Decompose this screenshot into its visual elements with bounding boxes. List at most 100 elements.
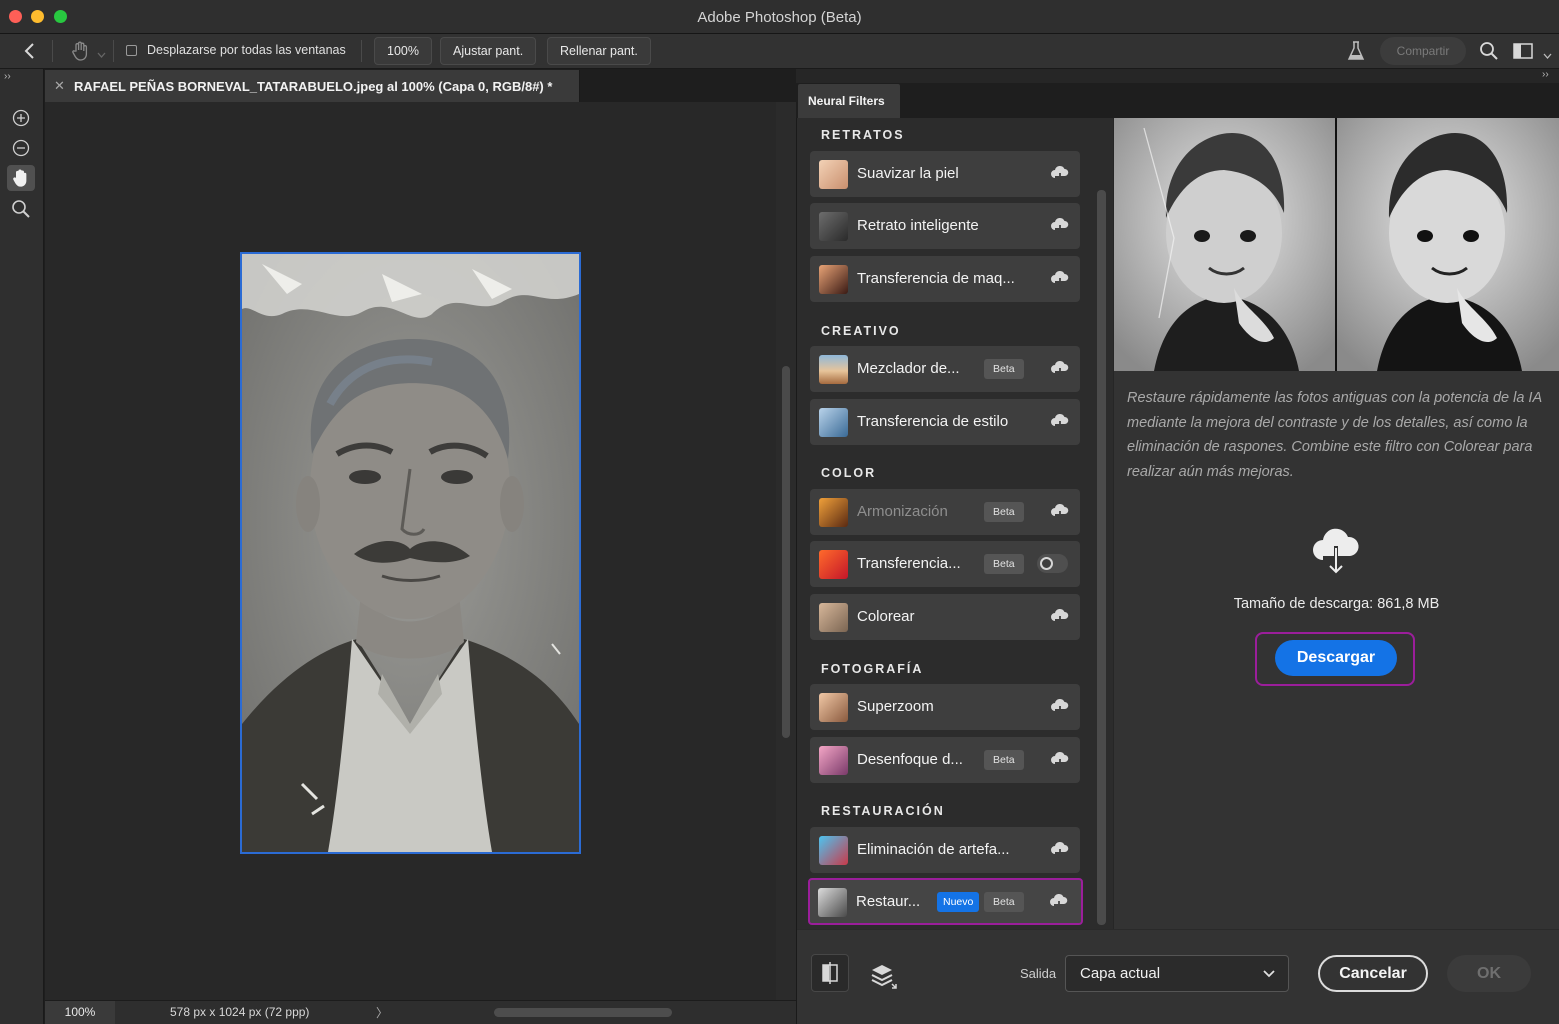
title-bar: Adobe Photoshop (Beta) <box>0 0 1559 34</box>
filter-label: Desenfoque d... <box>857 751 963 768</box>
section-title-creativo: CREATIVO <box>821 324 901 338</box>
cancel-button[interactable]: Cancelar <box>1318 955 1428 992</box>
panel-dock-strip: ›› <box>796 69 1559 83</box>
filter-item-skin-smoothing[interactable]: Suavizar la piel <box>810 151 1080 197</box>
skin-smoothing-thumbnail <box>819 160 848 189</box>
filter-item-harmonization[interactable]: Armonización Beta <box>810 489 1080 535</box>
cloud-download-icon <box>1051 503 1069 521</box>
filter-item-colorize[interactable]: Colorear <box>810 594 1080 640</box>
separator <box>52 40 53 62</box>
collapse-tools-icon[interactable]: ›› <box>4 71 11 82</box>
output-select-value: Capa actual <box>1080 965 1161 982</box>
panel-tab-label: Neural Filters <box>808 94 885 108</box>
cloud-download-icon <box>1051 165 1069 183</box>
beta-badge: Beta <box>984 892 1024 912</box>
zoom-100-button[interactable]: 100% <box>374 37 432 65</box>
smart-portrait-thumbnail <box>819 212 848 241</box>
status-menu-chevron-icon[interactable]: 〉 <box>376 1004 388 1021</box>
horizontal-scroll-thumb[interactable] <box>494 1008 672 1017</box>
filter-item-color-transfer[interactable]: Transferencia... Beta <box>810 541 1080 587</box>
search-icon[interactable] <box>1479 41 1499 66</box>
zoom-level-field[interactable]: 100% <box>45 1001 115 1024</box>
scroll-all-windows-label: Desplazarse por todas las ventanas <box>147 43 346 57</box>
workspace-chevron-icon[interactable] <box>1543 47 1552 65</box>
vertical-scroll-thumb[interactable] <box>782 366 790 738</box>
filter-label: Suavizar la piel <box>857 165 959 182</box>
color-transfer-thumbnail <box>819 550 848 579</box>
cloud-download-icon <box>1311 526 1361 583</box>
section-title-retratos: RETRATOS <box>821 128 905 142</box>
filter-label: Mezclador de... <box>857 360 960 377</box>
status-bar: 100% 578 px x 1024 px (72 ppp) 〉 <box>45 1000 796 1024</box>
hand-tool-icon[interactable] <box>7 165 35 191</box>
layers-icon[interactable] <box>868 960 898 995</box>
beta-badge: Beta <box>984 750 1024 770</box>
tab-neural-filters[interactable]: Neural Filters <box>798 84 900 118</box>
landscape-mixer-thumbnail <box>819 355 848 384</box>
style-transfer-thumbnail <box>819 408 848 437</box>
output-select[interactable]: Capa actual <box>1065 955 1289 992</box>
workspace-icon[interactable] <box>1513 42 1533 65</box>
zoom-tool-icon[interactable] <box>7 196 35 222</box>
tool-preset-chevron-icon[interactable] <box>97 46 106 64</box>
scroll-all-windows-checkbox[interactable] <box>126 45 137 56</box>
zoom-in-tool-icon[interactable] <box>7 105 35 131</box>
section-title-fotografia: FOTOGRAFÍA <box>821 662 924 676</box>
filter-label: Transferencia de estilo <box>857 413 1009 430</box>
separator <box>361 40 362 62</box>
document-tab-title: RAFAEL PEÑAS BORNEVAL_TATARABUELO.jpeg a… <box>74 79 553 94</box>
fit-screen-button[interactable]: Ajustar pant. <box>440 37 537 65</box>
cloud-download-icon <box>1050 893 1068 911</box>
filter-item-photo-restoration[interactable]: Restaur... Nuevo Beta <box>808 878 1083 925</box>
colorize-thumbnail <box>819 603 848 632</box>
filter-item-smart-portrait[interactable]: Retrato inteligente <box>810 203 1080 249</box>
cloud-download-icon <box>1051 217 1069 235</box>
filter-item-superzoom[interactable]: Superzoom <box>810 684 1080 730</box>
photo-restoration-thumbnail <box>818 888 847 917</box>
hand-tool-icon[interactable] <box>70 40 92 67</box>
filter-item-style-transfer[interactable]: Transferencia de estilo <box>810 399 1080 445</box>
filter-item-landscape-mixer[interactable]: Mezclador de... Beta <box>810 346 1080 392</box>
chevron-down-icon <box>1263 970 1275 978</box>
document-image[interactable] <box>240 252 581 854</box>
section-title-color: COLOR <box>821 466 877 480</box>
fill-screen-button[interactable]: Rellenar pant. <box>547 37 651 65</box>
filter-item-jpeg-artifact-removal[interactable]: Eliminación de artefa... <box>810 827 1080 873</box>
zoom-out-tool-icon[interactable] <box>7 135 35 161</box>
document-tab[interactable]: ✕ RAFAEL PEÑAS BORNEVAL_TATARABUELO.jpeg… <box>45 70 580 102</box>
cloud-download-icon <box>1051 413 1069 431</box>
filter-description: Restaure rápidamente las fotos antiguas … <box>1127 390 1542 480</box>
options-bar: Desplazarse por todas las ventanas 100% … <box>0 34 1559 69</box>
filter-label: Transferencia de maq... <box>857 270 1015 287</box>
compare-view-button[interactable] <box>811 954 849 992</box>
share-button[interactable]: Compartir <box>1380 37 1466 65</box>
tools-panel: ›› <box>0 69 44 1024</box>
cloud-download-icon <box>1051 608 1069 626</box>
close-document-icon[interactable]: ✕ <box>54 78 65 94</box>
back-icon[interactable] <box>22 42 38 65</box>
color-transfer-toggle[interactable] <box>1037 554 1068 573</box>
filter-label: Transferencia... <box>857 555 961 572</box>
filter-label: Retrato inteligente <box>857 217 979 234</box>
beta-badge: Beta <box>984 359 1024 379</box>
ok-button[interactable]: OK <box>1447 955 1531 992</box>
filter-item-depth-blur[interactable]: Desenfoque d... Beta <box>810 737 1080 783</box>
harmonization-thumbnail <box>819 498 848 527</box>
filter-item-makeup-transfer[interactable]: Transferencia de maq... <box>810 256 1080 302</box>
download-button[interactable]: Descargar <box>1275 640 1397 676</box>
cloud-download-icon <box>1051 360 1069 378</box>
cloud-download-icon <box>1051 751 1069 769</box>
artifact-removal-thumbnail <box>819 836 848 865</box>
flask-icon[interactable] <box>1346 40 1366 67</box>
document-dimensions[interactable]: 578 px x 1024 px (72 ppp) <box>170 1005 309 1019</box>
makeup-transfer-thumbnail <box>819 265 848 294</box>
cloud-download-icon <box>1051 270 1069 288</box>
cloud-download-icon <box>1051 841 1069 859</box>
filter-list-scrollbar[interactable] <box>1097 190 1106 925</box>
split-view-icon <box>822 962 838 984</box>
filter-label: Restaur... <box>856 893 921 910</box>
toggle-knob <box>1040 557 1053 570</box>
cloud-download-icon <box>1051 698 1069 716</box>
filter-label: Eliminación de artefa... <box>857 841 1010 858</box>
collapse-panels-icon[interactable]: ›› <box>1542 69 1549 80</box>
